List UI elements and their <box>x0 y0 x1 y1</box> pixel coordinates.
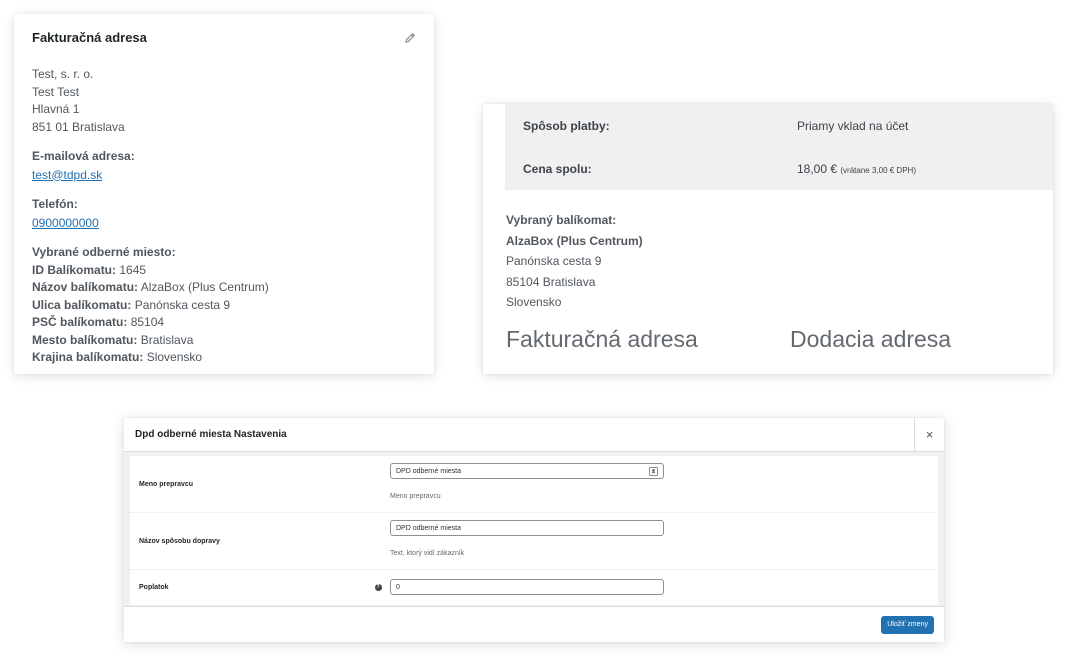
address-line: Test Test <box>32 84 80 99</box>
shipping-method-name-input[interactable]: DPD odberné miesta <box>390 520 664 536</box>
pickup-field: Krajina balíkomatu: Slovensko <box>32 349 416 367</box>
save-changes-button[interactable]: Uložiť zmeny <box>881 615 934 634</box>
billing-address-heading: Fakturačná adresa <box>506 326 698 352</box>
modal-footer: Uložiť zmeny <box>124 606 944 642</box>
parcel-locker-line: Slovensko <box>506 295 562 309</box>
order-tax-note: (vrátane 3,00 € DPH) <box>840 165 916 175</box>
close-icon[interactable]: × <box>914 417 944 452</box>
pickup-field-value: Bratislava <box>137 332 194 347</box>
pickup-field-label: ID Balíkomatu: <box>32 262 117 277</box>
setting-row-shipping-method-name: Názov spôsobu dopravy DPD odberné miesta… <box>130 513 938 570</box>
pickup-field-label: Mesto balíkomatu: <box>32 332 138 347</box>
billing-address-block: Test, s. r. o. Test Test Hlavná 1 851 01… <box>32 66 416 136</box>
pickup-field: PSČ balíkomatu: 85104 <box>32 314 416 332</box>
modal-body: Meno prepravcu DPD odberné miesta Meno p… <box>124 452 944 606</box>
payment-method-label: Spôsob platby: <box>523 118 610 133</box>
payment-method-row: Spôsob platby: Priamy vklad na účet <box>505 104 1053 147</box>
pickup-field-value: 85104 <box>127 315 165 329</box>
fee-input[interactable]: 0 <box>390 579 664 595</box>
email-label: E-mailová adresa: <box>32 149 135 163</box>
email-block: E-mailová adresa: test@tdpd.sk <box>32 148 416 184</box>
fee-label: Poplatok <box>139 584 169 591</box>
setting-row-fee: Poplatok ? 0 <box>130 570 938 606</box>
fee-value: 0 <box>396 583 400 591</box>
order-total-value: 18,00 € (vrátane 3,00 € DPH) <box>797 162 916 176</box>
parcel-locker-line: 85104 Bratislava <box>506 274 596 289</box>
phone-block: Telefón: 0900000000 <box>32 196 416 232</box>
settings-modal: Dpd odberné miesta Nastavenia × Meno pre… <box>124 417 944 642</box>
pickup-field: ID Balíkomatu: 1645 <box>32 262 416 280</box>
shipping-address-heading: Dodacia adresa <box>790 326 952 352</box>
pencil-icon[interactable] <box>404 31 416 43</box>
shipping-method-name-description: Text, ktorý vidí zákazník <box>390 550 465 557</box>
modal-title: Dpd odberné miesta Nastavenia <box>135 429 287 440</box>
pickup-point-block: Vybrané odberné miesto: ID Balíkomatu: 1… <box>32 244 416 367</box>
order-totals-table: Spôsob platby: Priamy vklad na účet Cena… <box>505 104 1053 190</box>
carrier-name-input[interactable]: DPD odberné miesta <box>390 463 664 479</box>
billing-address-card: Fakturačná adresa Test, s. r. o. Test Te… <box>14 14 434 374</box>
order-total-row: Cena spolu: 18,00 € (vrátane 3,00 € DPH) <box>505 147 1053 190</box>
order-total-amount: 18,00 € <box>797 161 838 176</box>
pickup-field: Mesto balíkomatu: Bratislava <box>32 332 416 350</box>
pickup-field-label: PSČ balíkomatu: <box>32 315 128 329</box>
settings-form: Meno prepravcu DPD odberné miesta Meno p… <box>130 456 938 606</box>
shipping-method-name-value: DPD odberné miesta <box>396 524 461 532</box>
pickup-field-label: Krajina balíkomatu: <box>32 350 144 364</box>
order-summary-card: Spôsob platby: Priamy vklad na účet Cena… <box>483 104 1053 374</box>
billing-card-header: Fakturačná adresa <box>32 26 416 48</box>
selected-parcel-locker: Vybraný balíkomat: AlzaBox (Plus Centrum… <box>483 190 1053 313</box>
address-line: 851 01 Bratislava <box>32 119 125 134</box>
carrier-name-value: DPD odberné miesta <box>396 467 461 475</box>
pickup-field: Názov balíkomatu: AlzaBox (Plus Centrum) <box>32 279 416 297</box>
pickup-field: Ulica balíkomatu: Panónska cesta 9 <box>32 297 416 315</box>
pickup-field-value: 1645 <box>116 262 147 277</box>
email-link[interactable]: test@tdpd.sk <box>32 168 102 182</box>
modal-header: Dpd odberné miesta Nastavenia × <box>124 417 944 452</box>
pickup-field-value: AlzaBox (Plus Centrum) <box>138 280 269 294</box>
parcel-locker-name: AlzaBox (Plus Centrum) <box>506 233 643 248</box>
phone-label: Telefón: <box>32 197 78 211</box>
order-total-label: Cena spolu: <box>523 161 592 176</box>
pickup-field-value: Slovensko <box>143 350 203 364</box>
address-line: Hlavná 1 <box>32 102 80 116</box>
parcel-locker-line: Panónska cesta 9 <box>506 254 602 268</box>
language-icon[interactable] <box>649 466 658 476</box>
carrier-name-label: Meno prepravcu <box>139 480 194 488</box>
pickup-field-label: Ulica balíkomatu: <box>32 297 132 312</box>
shipping-method-name-label: Názov spôsobu dopravy <box>139 537 220 545</box>
pickup-field-value: Panónska cesta 9 <box>131 297 231 312</box>
billing-card-title: Fakturačná adresa <box>32 29 147 45</box>
pickup-field-label: Názov balíkomatu: <box>32 280 139 294</box>
address-headings: Fakturačná adresa Dodacia adresa <box>506 326 951 353</box>
pickup-point-heading: Vybrané odberné miesto: <box>32 245 176 259</box>
address-line: Test, s. r. o. <box>32 67 94 81</box>
setting-row-carrier-name: Meno prepravcu DPD odberné miesta Meno p… <box>130 456 938 513</box>
phone-link[interactable]: 0900000000 <box>32 216 99 230</box>
payment-method-value: Priamy vklad na účet <box>797 118 909 133</box>
carrier-name-description: Meno prepravcu <box>390 493 441 500</box>
parcel-locker-heading: Vybraný balíkomat: <box>506 213 617 227</box>
help-icon[interactable]: ? <box>374 584 382 591</box>
